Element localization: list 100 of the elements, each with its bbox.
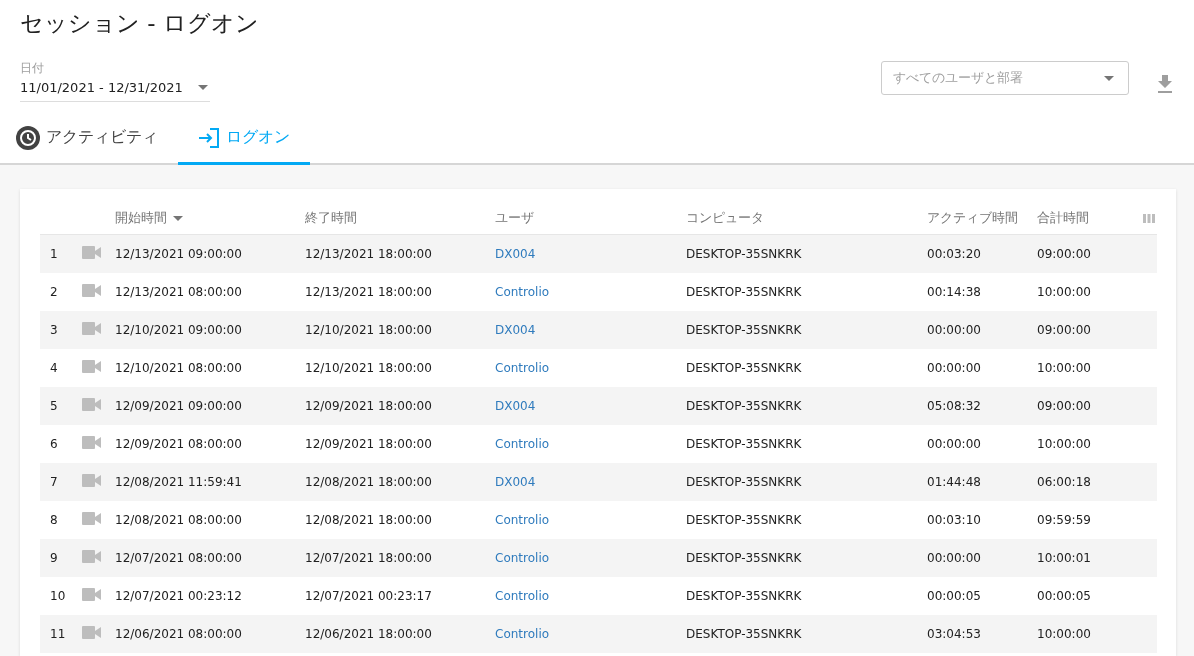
table-cell: 12/07/2021 08:00:00 [115, 551, 242, 565]
video-camera-icon[interactable] [82, 246, 101, 259]
video-camera-icon[interactable] [82, 550, 101, 563]
table-cell: 10:00:00 [1037, 627, 1091, 641]
table-cell: DESKTOP-35SNKRK [686, 513, 802, 527]
user-link[interactable]: DX004 [495, 399, 536, 413]
table-cell: 12/13/2021 08:00:00 [115, 285, 242, 299]
table-cell: 05:08:32 [927, 399, 981, 413]
user-link[interactable]: DX004 [495, 323, 536, 337]
table-cell: 00:00:05 [927, 589, 981, 603]
user-link[interactable]: Controlio [495, 627, 550, 641]
table-cell: 12/10/2021 08:00:00 [115, 361, 242, 375]
table-cell: 00:00:05 [1037, 589, 1091, 603]
video-camera-icon[interactable] [82, 284, 101, 297]
table-cell: DESKTOP-35SNKRK [686, 627, 802, 641]
table-cell: DESKTOP-35SNKRK [686, 437, 802, 451]
date-label: 日付 [20, 60, 45, 77]
table-cell: 12/09/2021 18:00:00 [305, 399, 432, 413]
column-header[interactable]: アクティブ時間 [927, 202, 1037, 235]
tab[interactable]: アクティビティ [0, 113, 178, 165]
table-cell: 12/07/2021 00:23:12 [115, 589, 242, 603]
row-number: 6 [40, 425, 82, 463]
table-cell: 00:00:00 [927, 323, 981, 337]
table-cell: 12/06/2021 08:00:00 [115, 627, 242, 641]
table-cell: 12/10/2021 18:00:00 [305, 361, 432, 375]
table-cell: 09:00:00 [1037, 399, 1091, 413]
video-camera-icon[interactable] [82, 360, 101, 373]
table-cell: DESKTOP-35SNKRK [686, 399, 802, 413]
table-cell: 00:00:00 [927, 361, 981, 375]
user-link[interactable]: Controlio [495, 437, 550, 451]
video-camera-icon[interactable] [82, 398, 101, 411]
table-cell: 12/09/2021 08:00:00 [115, 437, 242, 451]
column-header[interactable]: 終了時間 [305, 202, 495, 235]
table-cell: 10:00:00 [1037, 437, 1091, 451]
table-cell: 00:00:00 [927, 551, 981, 565]
table-cell: 12/08/2021 08:00:00 [115, 513, 242, 527]
table-cell: 03:04:53 [927, 627, 981, 641]
video-camera-icon[interactable] [82, 322, 101, 335]
user-link[interactable]: Controlio [495, 551, 550, 565]
table-cell: 09:00:00 [1037, 247, 1091, 261]
table-cell: DESKTOP-35SNKRK [686, 589, 802, 603]
columns-icon[interactable] [1143, 213, 1155, 223]
table-cell: 00:14:38 [927, 285, 981, 299]
table-cell: 00:03:10 [927, 513, 981, 527]
column-header[interactable]: 合計時間 [1037, 202, 1133, 235]
row-number: 8 [40, 501, 82, 539]
table-cell: 12/08/2021 18:00:00 [305, 513, 432, 527]
user-link[interactable]: Controlio [495, 285, 550, 299]
table-cell: 12/09/2021 09:00:00 [115, 399, 242, 413]
table-cell: 12/08/2021 11:59:41 [115, 475, 242, 489]
row-number: 1 [40, 234, 82, 273]
caret-icon [198, 85, 208, 90]
user-link[interactable]: Controlio [495, 589, 550, 603]
table-cell: 12/06/2021 18:00:00 [305, 627, 432, 641]
video-camera-icon[interactable] [82, 512, 101, 525]
row-number: 9 [40, 539, 82, 577]
table-cell: 10:00:01 [1037, 551, 1091, 565]
table-cell: DESKTOP-35SNKRK [686, 475, 802, 489]
tab[interactable]: ログオン [178, 113, 310, 165]
table-cell: 12/13/2021 09:00:00 [115, 247, 242, 261]
table-cell: DESKTOP-35SNKRK [686, 361, 802, 375]
clock-icon [16, 125, 40, 150]
table-cell: 10:00:00 [1037, 361, 1091, 375]
video-camera-icon[interactable] [82, 436, 101, 449]
table-cell: 12/09/2021 18:00:00 [305, 437, 432, 451]
table-cell: 10:00:00 [1037, 285, 1091, 299]
user-link[interactable]: Controlio [495, 361, 550, 375]
row-number: 4 [40, 349, 82, 387]
column-header[interactable]: ユーザ [495, 202, 686, 235]
table-cell: 09:59:59 [1037, 513, 1091, 527]
page-title: セッション - ログオン [19, 9, 260, 38]
video-camera-icon[interactable] [82, 626, 101, 639]
table-cell: 12/07/2021 00:23:17 [305, 589, 432, 603]
column-header[interactable]: 開始時間 [115, 202, 305, 235]
user-link[interactable]: DX004 [495, 247, 536, 261]
caret-icon [1104, 75, 1114, 81]
table-cell: 12/10/2021 18:00:00 [305, 323, 432, 337]
row-number: 7 [40, 463, 82, 501]
table-cell: DESKTOP-35SNKRK [686, 285, 802, 299]
table-cell: 06:00:18 [1037, 475, 1091, 489]
row-number: 10 [40, 577, 82, 615]
table-cell: 01:44:48 [927, 475, 981, 489]
video-camera-icon[interactable] [82, 588, 101, 601]
row-number: 3 [40, 311, 82, 349]
user-department-dropdown[interactable]: すべてのユーザと部署 [881, 61, 1129, 95]
table-cell: 12/07/2021 18:00:00 [305, 551, 432, 565]
login-icon [198, 126, 220, 149]
table-cell: 12/13/2021 18:00:00 [305, 285, 432, 299]
table-cell: 12/10/2021 09:00:00 [115, 323, 242, 337]
date-range-dropdown[interactable]: 日付 11/01/2021 - 12/31/2021 [20, 60, 210, 102]
date-range-value: 11/01/2021 - 12/31/2021 [20, 80, 183, 95]
user-link[interactable]: DX004 [495, 475, 536, 489]
row-number: 2 [40, 273, 82, 311]
download-icon[interactable] [1157, 75, 1173, 93]
table-cell: 00:00:00 [927, 437, 981, 451]
sort-caret-icon [173, 215, 183, 221]
user-link[interactable]: Controlio [495, 513, 550, 527]
table-cell: 09:00:00 [1037, 323, 1091, 337]
video-camera-icon[interactable] [82, 474, 101, 487]
column-header[interactable]: コンピュータ [686, 202, 927, 235]
